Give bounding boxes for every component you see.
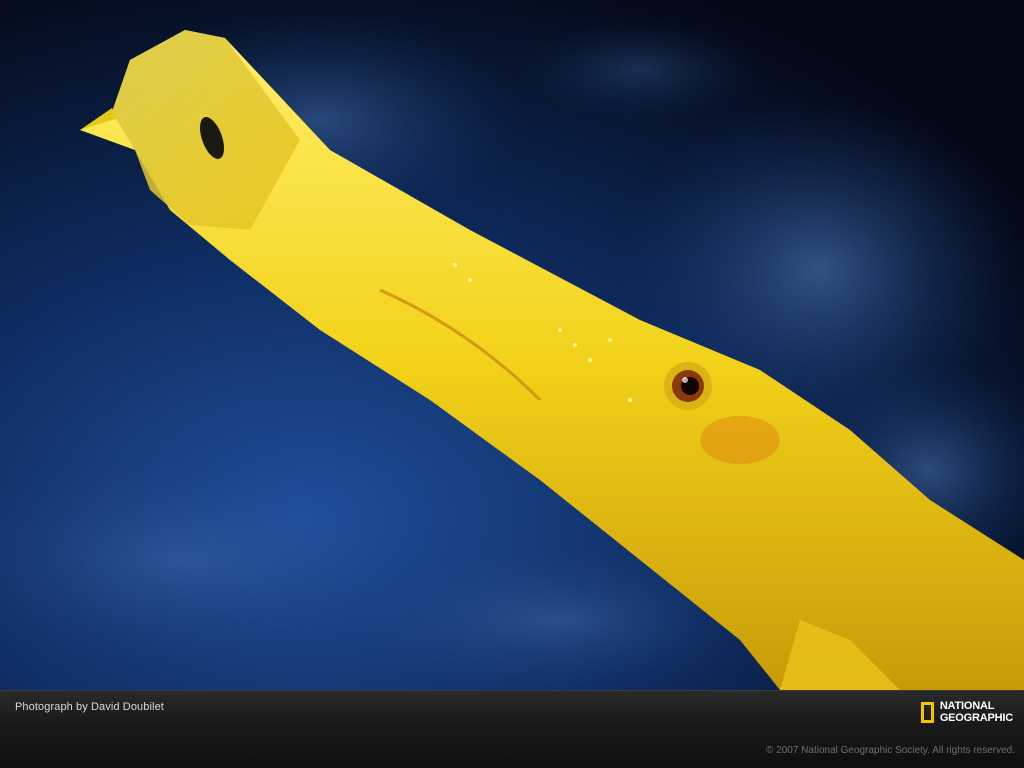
- logo-line-1: NATIONAL: [939, 700, 995, 712]
- caption-bar: Photograph by David Doubilet NATIONAL GE…: [0, 690, 1024, 768]
- logo-line-2: GEOGRAPHIC: [939, 712, 1013, 724]
- photo-trumpetfish: [0, 0, 1024, 690]
- photo-credit: Photograph by David Doubilet: [15, 701, 164, 713]
- copyright-notice: © 2007 National Geographic Society. All …: [766, 745, 1015, 756]
- national-geographic-logo: NATIONAL GEOGRAPHIC: [920, 700, 1013, 724]
- wallpaper: Photograph by David Doubilet NATIONAL GE…: [0, 0, 1024, 768]
- yellow-border-icon: [920, 701, 934, 723]
- logo-text: NATIONAL GEOGRAPHIC: [940, 700, 1013, 724]
